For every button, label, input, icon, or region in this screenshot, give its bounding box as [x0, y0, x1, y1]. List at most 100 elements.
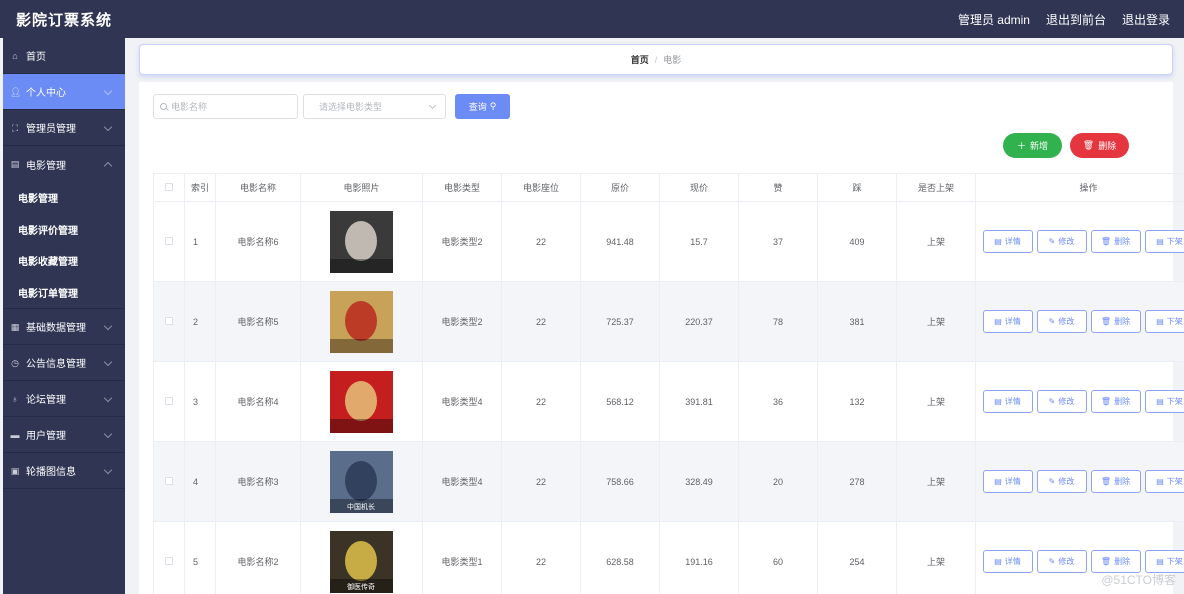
cell-original-price: 941.48: [580, 201, 660, 282]
delete-label: 删除: [1114, 317, 1131, 326]
table-row: 3 电影名称4 电影类型4 22 568.12 391.81 36 132 上架 ▤ 详情 ✎ 修改 🗑︎…: [153, 361, 1184, 442]
edit-button[interactable]: ✎ 修改: [1036, 310, 1087, 333]
cell-movie-name: 电影名称5: [215, 281, 301, 362]
delete-button[interactable]: 🗑︎ 删除: [1090, 310, 1141, 333]
sidebar-item-notice[interactable]: ◷ 公告信息管理: [3, 345, 125, 381]
sidebar-item-users[interactable]: ▬ 用户管理: [3, 417, 125, 453]
cell-dislikes: 132: [817, 361, 897, 442]
row-checkbox[interactable]: [165, 236, 173, 245]
row-select-cell[interactable]: [153, 201, 185, 282]
pen-icon: ✎: [1048, 477, 1056, 486]
sidebar-item-movie[interactable]: ▤ 电影管理: [3, 146, 125, 182]
row-checkbox[interactable]: [165, 476, 173, 485]
detail-button[interactable]: ▤ 详情: [982, 550, 1033, 573]
cell-dislikes: 381: [817, 281, 897, 362]
off-shelf-label: 下架: [1166, 317, 1183, 326]
cell-index: 5: [184, 521, 216, 594]
movie-poster-image: 御医传奇: [330, 530, 393, 593]
pen-icon: ✎: [1048, 237, 1056, 246]
trash-icon: 🗑︎: [1100, 397, 1112, 406]
movie-table: 索引 电影名称 电影照片 电影类型 电影座位 原价 现价 赞 踩 是否上架 操作…: [153, 173, 1184, 594]
row-select-cell[interactable]: [153, 441, 185, 522]
breadcrumb-separator: /: [654, 54, 658, 65]
cell-movie-name: 电影名称4: [215, 361, 301, 442]
cell-current-price: 15.7: [659, 201, 739, 282]
delete-button[interactable]: 🗑︎ 删除: [1090, 550, 1141, 573]
cell-likes: 60: [738, 521, 818, 594]
edit-button[interactable]: ✎ 修改: [1036, 470, 1087, 493]
detail-button[interactable]: ▤ 详情: [982, 310, 1033, 333]
row-select-cell[interactable]: [153, 361, 185, 442]
chevron-down-icon: [103, 122, 113, 132]
delete-label: 删除: [1114, 397, 1131, 406]
off-shelf-button[interactable]: ▤ 下架: [1144, 390, 1184, 413]
cell-likes: 78: [738, 281, 818, 362]
cell-movie-type: 电影类型4: [422, 361, 502, 442]
sidebar-item-carousel[interactable]: ▣ 轮播图信息: [3, 453, 125, 489]
delete-button[interactable]: 🗑︎ 删除: [1090, 390, 1141, 413]
off-shelf-button[interactable]: ▤ 下架: [1144, 230, 1184, 253]
to-front-link[interactable]: 退出到前台: [1046, 11, 1106, 28]
logout-link[interactable]: 退出登录: [1122, 11, 1170, 28]
column-header: 电影照片: [300, 173, 423, 202]
movie-type-select[interactable]: 请选择电影类型: [303, 94, 446, 119]
submenu-item-movie-favorite[interactable]: 电影收藏管理: [3, 245, 125, 277]
sidebar-item-basic-data[interactable]: ▦ 基础数据管理: [3, 309, 125, 345]
cell-poster: [300, 281, 423, 362]
row-actions: ▤ 详情 ✎ 修改 🗑︎ 删除 ▤ 下架: [977, 390, 1184, 413]
sidebar-item-profile[interactable]: 👤︎ 个人中心: [3, 74, 125, 110]
off-shelf-button[interactable]: ▤ 下架: [1144, 470, 1184, 493]
row-checkbox[interactable]: [165, 556, 173, 565]
delete-button[interactable]: 🗑︎ 删除: [1090, 470, 1141, 493]
sidebar-item-home[interactable]: ⌂ 首页: [3, 38, 125, 74]
edit-button[interactable]: ✎ 修改: [1036, 230, 1087, 253]
sidebar-item-admin[interactable]: ⛶ 管理员管理: [3, 110, 125, 146]
trash-icon: 🗑︎: [1100, 557, 1112, 566]
poster-caption: 中国机长: [347, 502, 375, 511]
delete-label: 删除: [1114, 557, 1131, 566]
sidebar-item-forum[interactable]: ♁ 论坛管理: [3, 381, 125, 417]
off-shelf-button[interactable]: ▤ 下架: [1144, 550, 1184, 573]
select-all-checkbox[interactable]: [165, 182, 173, 191]
movie-name-input[interactable]: 电影名称: [153, 94, 298, 119]
submenu-item-movie-review[interactable]: 电影评价管理: [3, 214, 125, 246]
chevron-down-icon: [103, 321, 113, 331]
grid-icon: ▦: [10, 321, 20, 332]
search-icon: [160, 103, 167, 110]
clock-icon: ◷: [11, 357, 19, 368]
cell-original-price: 758.66: [580, 441, 660, 522]
film-icon: ▤: [10, 159, 20, 169]
edit-label: 修改: [1058, 557, 1075, 566]
doc-icon: ▤: [1156, 477, 1164, 486]
detail-button[interactable]: ▤ 详情: [982, 230, 1033, 253]
edit-button[interactable]: ✎ 修改: [1036, 550, 1087, 573]
detail-button[interactable]: ▤ 详情: [982, 390, 1033, 413]
breadcrumb-home[interactable]: 首页: [631, 53, 649, 66]
detail-label: 详情: [1004, 477, 1021, 486]
add-button[interactable]: ＋ 新增: [1003, 133, 1062, 158]
query-button[interactable]: 查询 ⚲: [455, 94, 510, 119]
cell-on-shelf: 上架: [896, 361, 976, 442]
table-row: 5 电影名称2 御医传奇 电影类型1 22 628.58 191.16 60 254 上架 ▤ 详情 ✎…: [153, 521, 1184, 594]
column-header: 赞: [738, 173, 818, 202]
select-all-cell[interactable]: [153, 173, 185, 202]
edit-button[interactable]: ✎ 修改: [1036, 390, 1087, 413]
user-icon: 👤︎: [10, 86, 22, 97]
detail-button[interactable]: ▤ 详情: [982, 470, 1033, 493]
sidebar-item-label: 首页: [26, 52, 46, 63]
breadcrumb-current: 电影: [663, 55, 682, 65]
row-checkbox[interactable]: [165, 396, 173, 405]
submenu-item-movie-order[interactable]: 电影订单管理: [3, 277, 125, 309]
off-shelf-button[interactable]: ▤ 下架: [1144, 310, 1184, 333]
row-checkbox[interactable]: [165, 316, 173, 325]
cell-movie-type: 电影类型4: [422, 441, 502, 522]
row-select-cell[interactable]: [153, 281, 185, 362]
delete-button[interactable]: 🗑︎ 删除: [1090, 230, 1141, 253]
cell-movie-name: 电影名称6: [215, 201, 301, 282]
column-header: 电影名称: [215, 173, 301, 202]
chevron-down-icon: [103, 357, 113, 367]
row-select-cell[interactable]: [153, 521, 185, 594]
submenu-item-movie[interactable]: 电影管理: [3, 182, 125, 214]
batch-delete-button[interactable]: 🗑︎ 删除: [1070, 133, 1129, 158]
detail-label: 详情: [1004, 557, 1021, 566]
